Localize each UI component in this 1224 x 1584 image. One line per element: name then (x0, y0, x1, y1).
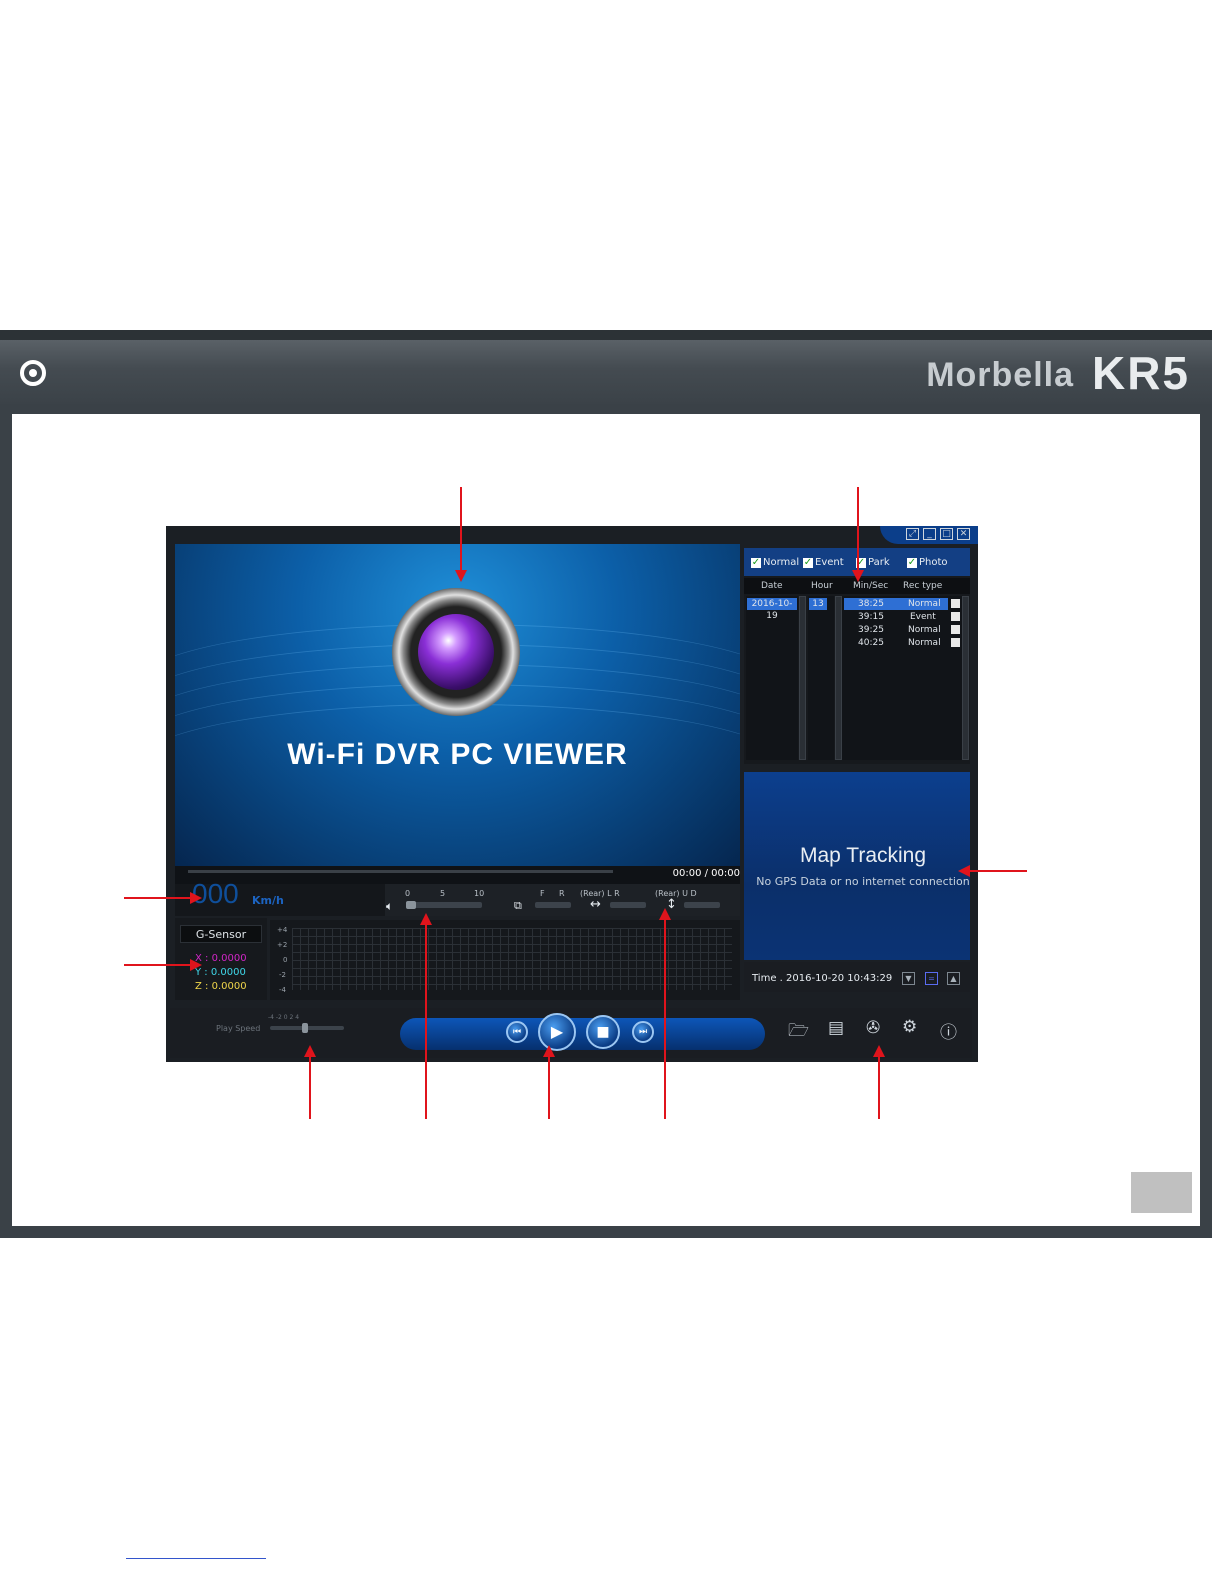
hour-item-selected[interactable]: 13 (809, 598, 827, 610)
flip-toggle[interactable] (684, 902, 720, 908)
gsensor-z: Z : 0.0000 (195, 981, 247, 992)
window-controls: ⤢ _ □ ✕ (906, 528, 970, 540)
column-hour: Hour (811, 581, 833, 591)
recording-time[interactable]: 40:25 (858, 638, 884, 648)
column-date: Date (761, 581, 783, 591)
film-reel-icon[interactable]: ✇ (866, 1018, 880, 1038)
next-button[interactable]: ⏭︎ (632, 1021, 654, 1043)
maximize-icon[interactable]: □ (940, 528, 953, 540)
recording-time[interactable]: 39:15 (858, 612, 884, 622)
column-rec-type: Rec type (903, 581, 943, 591)
checkbox-icon[interactable]: ✓ (751, 557, 761, 568)
speaker-icon[interactable]: 🔈︎ (386, 899, 393, 914)
recording-time[interactable]: 39:25 (858, 625, 884, 635)
current-time: Time . 2016-10-20 10:43:29 (752, 973, 893, 984)
mirror-toggle[interactable] (610, 902, 646, 908)
hour-list[interactable] (808, 596, 834, 760)
gsensor-ytick: -2 (279, 971, 286, 979)
gsensor-ytick: +4 (277, 926, 288, 934)
volume-scale-10: 10 (474, 889, 485, 898)
viewer-title: Wi-Fi DVR PC VIEWER (287, 738, 628, 771)
checkbox-icon[interactable]: ✓ (907, 557, 917, 568)
filter-normal[interactable]: ✓ Normal (751, 557, 799, 568)
map-collapse-icon[interactable]: ▼ (902, 972, 915, 985)
minimize-icon[interactable]: _ (923, 528, 936, 540)
save-file-icon[interactable]: ▤ (828, 1018, 844, 1038)
play-speed-scale: -4 -2 0 2 4 (268, 1014, 300, 1021)
front-rear-toggle[interactable] (535, 902, 571, 908)
filter-event[interactable]: ✓ Event (803, 557, 844, 568)
recording-type[interactable]: Normal (908, 625, 941, 635)
recording-checkbox[interactable] (951, 599, 960, 608)
progress-slider[interactable] (188, 870, 613, 873)
checkbox-icon[interactable]: ✓ (803, 557, 813, 568)
mirror-horizontal-icon[interactable]: ↔ (590, 897, 601, 912)
previous-button[interactable]: ⏮︎ (506, 1021, 528, 1043)
map-restore-icon[interactable]: = (925, 972, 938, 985)
recording-type[interactable]: Normal (908, 638, 941, 648)
fullscreen-icon[interactable]: ⤢ (906, 528, 919, 540)
gsensor-y: Y : 0.0000 (195, 967, 246, 978)
date-item-selected[interactable]: 2016-10-19 (747, 598, 797, 621)
stop-button[interactable]: ■ (586, 1015, 620, 1049)
gsensor-ytick: 0 (283, 956, 288, 964)
gsensor-ytick: +2 (277, 941, 288, 949)
flip-label: (Rear) U D (655, 889, 697, 898)
logo-circle-icon (20, 360, 46, 386)
camera-lens-glass-icon (418, 614, 494, 690)
mirror-label: (Rear) L R (580, 889, 620, 898)
recording-scrollbar[interactable] (962, 596, 969, 760)
gsensor-graph-grid (292, 928, 732, 990)
gsensor-ytick: -4 (279, 986, 286, 994)
filter-photo[interactable]: ✓ Photo (907, 557, 948, 568)
recording-checkbox[interactable] (951, 625, 960, 634)
speed-unit: Km/h (252, 894, 284, 907)
column-min-sec: Min/Sec (853, 581, 889, 591)
volume-scale-0: 0 (405, 889, 411, 898)
recording-checkbox[interactable] (951, 612, 960, 621)
recording-checkbox[interactable] (951, 638, 960, 647)
progress-row (175, 866, 740, 884)
play-speed-label: Play Speed (216, 1024, 261, 1033)
gsensor-label: G-Sensor (180, 925, 262, 943)
volume-knob[interactable] (406, 901, 416, 909)
front-rear-icon[interactable]: ⧉ (514, 899, 522, 913)
hour-scrollbar[interactable] (835, 596, 842, 760)
recording-time[interactable]: 38:25 (858, 599, 884, 609)
volume-scale-5: 5 (440, 889, 446, 898)
playback-control-band (400, 1018, 765, 1050)
time-readout: 00:00 / 00:00 (672, 868, 740, 879)
gear-icon[interactable]: ⚙ (902, 1017, 917, 1037)
recording-type[interactable]: Normal (908, 599, 941, 609)
recording-type[interactable]: Event (910, 612, 936, 622)
model-name: KR5 (1091, 347, 1190, 399)
front-label: F (540, 889, 545, 898)
volume-slider[interactable] (406, 902, 482, 908)
gsensor-x: X : 0.0000 (195, 953, 247, 964)
map-title: Map Tracking (799, 844, 927, 867)
map-status: No GPS Data or no internet connection (756, 875, 970, 888)
date-scrollbar[interactable] (799, 596, 806, 760)
close-icon[interactable]: ✕ (957, 528, 970, 540)
open-folder-icon[interactable]: 🗁︎ (788, 1018, 809, 1047)
page-number-box (1131, 1172, 1192, 1213)
map-expand-icon[interactable]: ▲ (947, 972, 960, 985)
footer-link-underline (126, 1558, 266, 1559)
info-icon[interactable]: ⓘ (940, 1018, 957, 1043)
brand-logo: Morbella (926, 356, 1074, 394)
play-speed-knob[interactable] (302, 1023, 308, 1033)
rear-label: R (559, 889, 565, 898)
filter-park[interactable]: ✓ Park (856, 557, 890, 568)
